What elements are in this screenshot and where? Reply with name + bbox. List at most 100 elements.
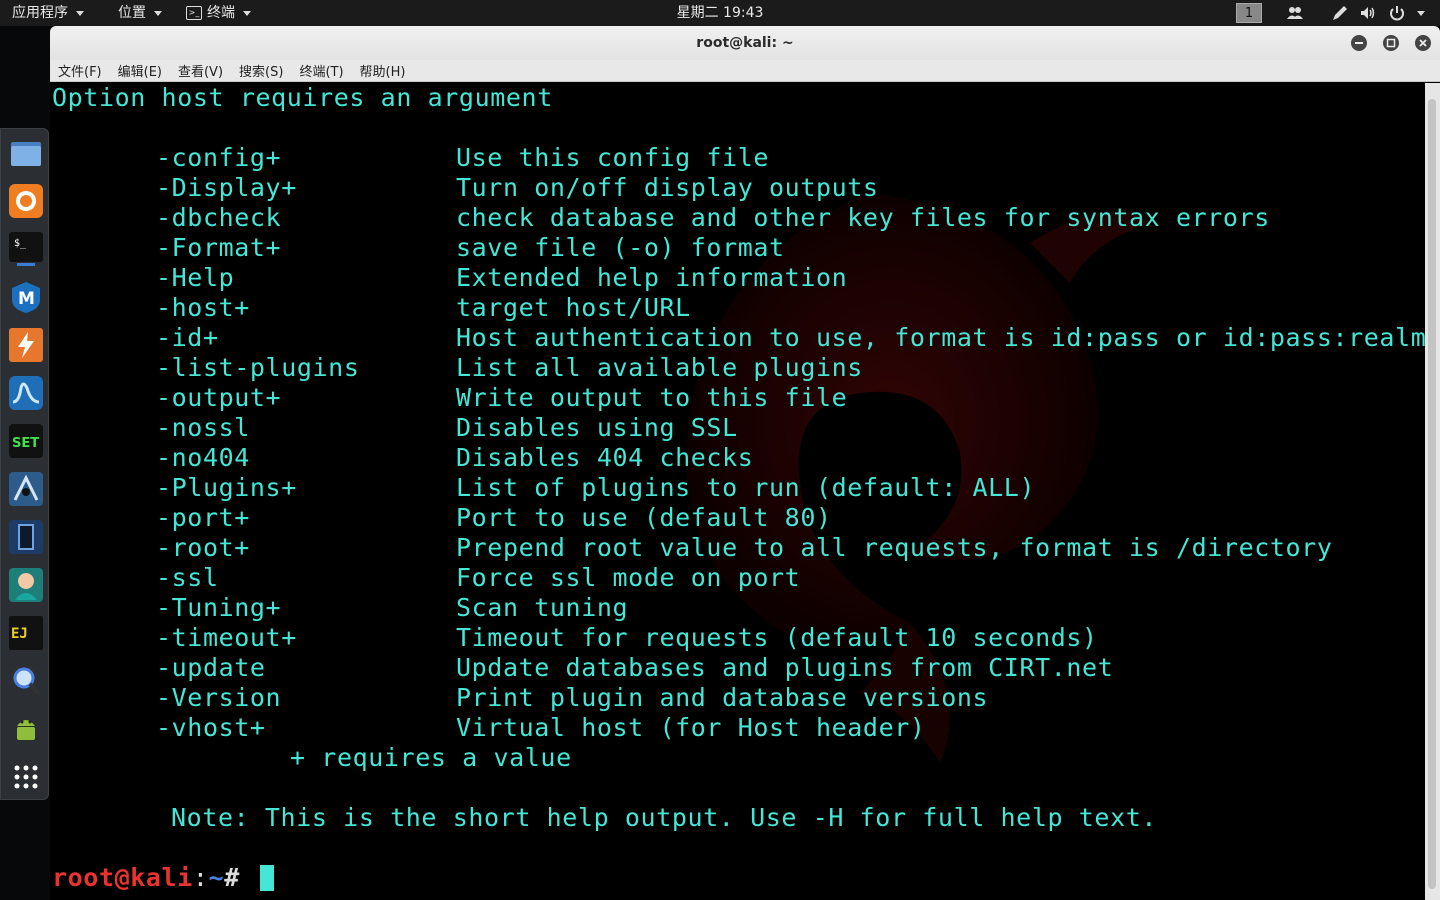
menu-terminal[interactable]: 终端(T) (299, 61, 343, 80)
option-flag: -output+ (156, 383, 282, 412)
scrollbar[interactable] (1425, 83, 1440, 900)
option-flag: -host+ (156, 293, 250, 322)
window-title: root@kali: ~ (696, 35, 794, 51)
option-row: -no404 Disables 404 checks (52, 443, 1422, 473)
option-description: Virtual host (for Host header) (456, 713, 926, 742)
armitage-icon[interactable] (9, 472, 43, 506)
option-row: -id+ Host authentication to use, format i… (52, 323, 1425, 353)
places-label: 位置 (118, 5, 146, 21)
option-flag: -update (156, 653, 266, 682)
option-row: -Display+ Turn on/off display outputs (52, 173, 1422, 203)
terminal-icon[interactable]: $_ (9, 232, 43, 266)
pen-icon[interactable] (1331, 4, 1349, 22)
requires-note: + requires a value (290, 743, 572, 772)
firefox-icon[interactable] (9, 184, 43, 218)
chevron-down-icon (76, 10, 84, 16)
option-flag: -Plugins+ (156, 473, 297, 502)
menu-edit[interactable]: 编辑(E) (118, 61, 162, 80)
option-description: Write output to this file (456, 383, 848, 412)
option-description: List of plugins to run (default: ALL) (456, 473, 1036, 502)
option-description: Extended help information (456, 263, 848, 292)
option-row: -Version Print plugin and database versio… (52, 683, 1422, 713)
terminal-app-label: 终端 (207, 5, 235, 21)
option-flag: -root+ (156, 533, 250, 562)
option-row: -Format+ save file (-o) format (52, 233, 1422, 263)
option-row: -nossl Disables using SSL (52, 413, 1422, 443)
dock: $_ M SET EJ (0, 128, 49, 800)
searchsploit-icon[interactable] (9, 664, 43, 698)
people-icon[interactable] (1286, 4, 1304, 22)
option-row: -list-plugins List all available plugins (52, 353, 1422, 383)
show-apps-icon[interactable] (9, 760, 43, 794)
option-flag: -config+ (156, 143, 282, 172)
applications-menu[interactable]: 应用程序 (12, 0, 84, 26)
option-description: Port to use (default 80) (456, 503, 832, 532)
option-description: target host/URL (456, 293, 691, 322)
option-row: -root+ Prepend root value to all requests… (52, 533, 1422, 563)
chevron-down-icon[interactable] (1417, 11, 1425, 16)
prompt-path: ~ (208, 863, 225, 892)
option-row: -host+ target host/URL (52, 293, 1422, 323)
svg-text:M: M (18, 289, 35, 309)
option-description: Host authentication to use, format is id… (456, 323, 1425, 352)
scrollbar-thumb[interactable] (1428, 99, 1436, 889)
option-description: save file (-o) format (456, 233, 785, 262)
option-row: -dbcheck check database and other key fil… (52, 203, 1422, 233)
terminal-app-menu[interactable]: >_ 终端 (186, 0, 251, 26)
volume-icon[interactable] (1359, 4, 1377, 22)
option-flag: -Format+ (156, 233, 282, 262)
option-flag: -vhost+ (156, 713, 266, 742)
close-button[interactable] (1415, 35, 1431, 51)
option-flag: -nossl (156, 413, 250, 442)
android-icon[interactable] (9, 712, 43, 746)
option-flag: -Version (156, 683, 282, 712)
option-description: List all available plugins (456, 353, 863, 382)
option-flag: -port+ (156, 503, 250, 532)
prompt-symbol: # (224, 863, 256, 892)
menu-search[interactable]: 搜索(S) (239, 61, 283, 80)
option-description: Disables using SSL (456, 413, 738, 442)
files-icon[interactable] (9, 136, 43, 170)
option-description: Scan tuning (456, 593, 629, 622)
burpsuite-icon[interactable] (9, 328, 43, 362)
option-row: -port+ Port to use (default 80) (52, 503, 1422, 533)
metasploit-icon[interactable]: M (9, 280, 43, 314)
option-flag: -id+ (156, 323, 219, 352)
option-description: Timeout for requests (default 10 seconds… (456, 623, 1098, 652)
faraday-icon[interactable]: EJ (9, 616, 43, 650)
places-menu[interactable]: 位置 (118, 0, 162, 26)
prompt-user: root@kali (52, 863, 193, 892)
menu-view[interactable]: 查看(V) (178, 61, 223, 80)
workspace-indicator[interactable]: 1 (1236, 3, 1262, 23)
option-row: -vhost+ Virtual host (for Host header) (52, 713, 1422, 743)
applications-label: 应用程序 (12, 5, 68, 21)
maximize-button[interactable] (1383, 35, 1399, 51)
prompt-separator: : (192, 863, 209, 892)
option-description: Use this config file (456, 143, 770, 172)
chevron-down-icon (154, 10, 162, 16)
option-flag: -Display+ (156, 173, 297, 202)
option-row: -update Update databases and plugins from… (52, 653, 1422, 683)
option-row: -ssl Force ssl mode on port (52, 563, 1422, 593)
terminal-header-line: Option host requires an argument (52, 83, 553, 112)
power-icon[interactable] (1388, 4, 1406, 22)
shell-prompt[interactable]: root@kali:~# (52, 863, 274, 893)
set-icon[interactable]: SET (9, 424, 43, 458)
option-flag: -ssl (156, 563, 219, 592)
option-flag: -no404 (156, 443, 250, 472)
menu-help[interactable]: 帮助(H) (360, 61, 406, 80)
minimize-button[interactable] (1351, 35, 1367, 51)
short-help-note: Note: This is the short help output. Use… (171, 803, 1158, 832)
wireshark-icon[interactable] (9, 376, 43, 410)
beef-icon[interactable] (9, 520, 43, 554)
terminal-output[interactable]: Option host requires an argument + requi… (50, 83, 1425, 900)
option-flag: -list-plugins (156, 353, 360, 382)
menu-file[interactable]: 文件(F) (58, 61, 102, 80)
option-description: Force ssl mode on port (456, 563, 801, 592)
top-panel: 应用程序 位置 >_ 终端 星期二 19:43 1 (0, 0, 1440, 26)
option-row: -Tuning+ Scan tuning (52, 593, 1422, 623)
svg-text:EJ: EJ (11, 626, 28, 642)
maltego-icon[interactable] (9, 568, 43, 602)
window-titlebar[interactable]: root@kali: ~ (50, 26, 1440, 60)
terminal-window: root@kali: ~ 文件(F) 编辑(E) 查看(V) 搜索(S) 终端(… (50, 26, 1440, 900)
